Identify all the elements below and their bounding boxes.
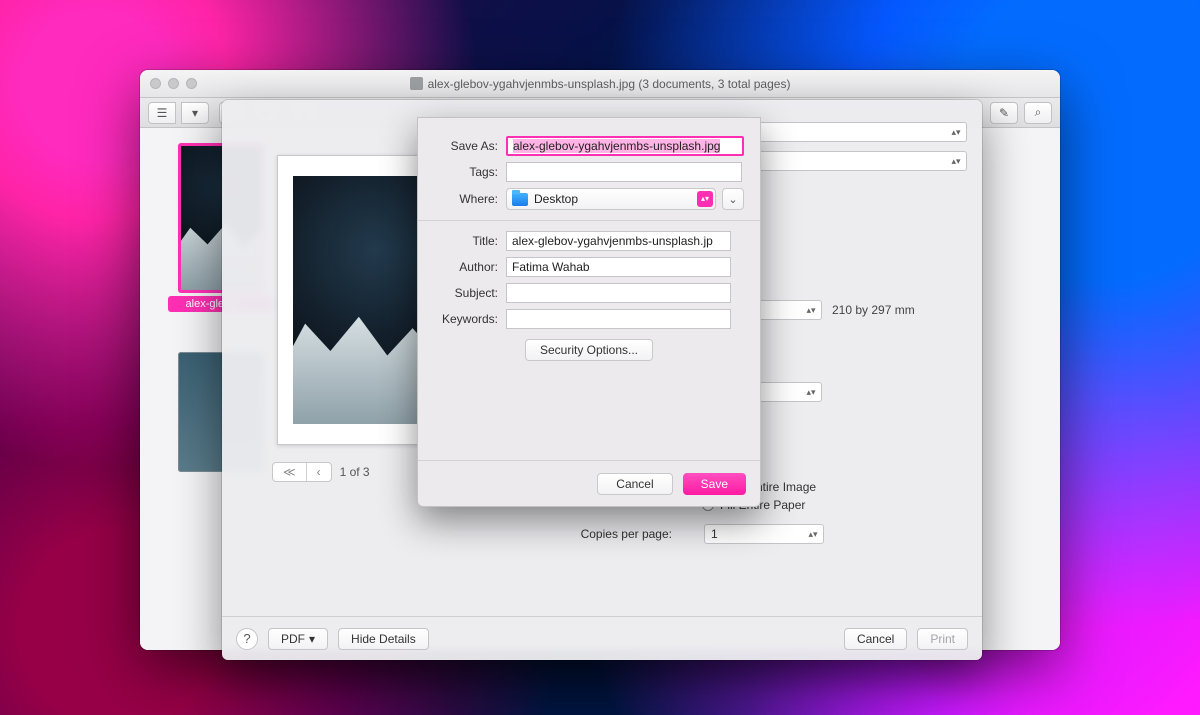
- print-footer: ? PDF▾ Hide Details Cancel Print: [222, 616, 982, 660]
- markup-button[interactable]: ✎: [990, 102, 1018, 124]
- security-options-button[interactable]: Security Options...: [525, 339, 653, 361]
- close-icon[interactable]: [150, 78, 161, 89]
- help-button[interactable]: ?: [236, 628, 258, 650]
- author-input[interactable]: Fatima Wahab: [506, 257, 731, 277]
- saveas-label: Save As:: [418, 139, 506, 153]
- author-label: Author:: [418, 260, 506, 274]
- window-titlebar[interactable]: alex-glebov-ygahvjenmbs-unsplash.jpg (3 …: [140, 70, 1060, 98]
- save-sheet: Save As: alex-glebov-ygahvjenmbs-unsplas…: [417, 117, 761, 507]
- hide-details-button[interactable]: Hide Details: [338, 628, 429, 650]
- subject-input[interactable]: [506, 283, 731, 303]
- keywords-label: Keywords:: [418, 312, 506, 326]
- chevron-down-icon: ▾: [309, 632, 315, 646]
- title-input[interactable]: alex-glebov-ygahvjenmbs-unsplash.jp: [506, 231, 731, 251]
- document-icon: [410, 77, 423, 90]
- window-traffic-lights: [150, 78, 197, 89]
- paper-dimensions-label: 210 by 297 mm: [832, 303, 915, 317]
- search-button[interactable]: ⌕: [1024, 102, 1052, 124]
- pager-prev-button[interactable]: ‹: [306, 463, 331, 481]
- keywords-input[interactable]: [506, 309, 731, 329]
- where-label: Where:: [418, 192, 506, 206]
- expand-save-button[interactable]: ⌄: [722, 188, 744, 210]
- pager-first-button[interactable]: ≪: [273, 463, 306, 481]
- zoom-icon[interactable]: [186, 78, 197, 89]
- print-pager: ≪ ‹ 1 of 3: [272, 462, 370, 482]
- select-stepper-icon: ▴▾: [697, 191, 713, 207]
- subject-label: Subject:: [418, 286, 506, 300]
- pdf-menu-button[interactable]: PDF▾: [268, 628, 328, 650]
- save-button[interactable]: Save: [683, 473, 746, 495]
- print-button[interactable]: Print: [917, 628, 968, 650]
- title-label: Title:: [418, 234, 506, 248]
- sidebar-menu-button[interactable]: ▾: [181, 102, 209, 124]
- tags-input[interactable]: [506, 162, 742, 182]
- sidebar-toggle-button[interactable]: ☰: [148, 102, 176, 124]
- copies-per-page-select[interactable]: 1▴▾: [704, 524, 824, 544]
- window-title: alex-glebov-ygahvjenmbs-unsplash.jpg (3 …: [428, 77, 791, 91]
- print-cancel-button[interactable]: Cancel: [844, 628, 907, 650]
- saveas-input[interactable]: alex-glebov-ygahvjenmbs-unsplash.jpg: [506, 136, 744, 156]
- where-select[interactable]: Desktop ▴▾: [506, 188, 716, 210]
- folder-icon: [512, 193, 528, 206]
- save-cancel-button[interactable]: Cancel: [597, 473, 672, 495]
- print-pager-buttons: ≪ ‹: [272, 462, 332, 482]
- tags-label: Tags:: [418, 165, 506, 179]
- pager-label: 1 of 3: [340, 465, 370, 479]
- minimize-icon[interactable]: [168, 78, 179, 89]
